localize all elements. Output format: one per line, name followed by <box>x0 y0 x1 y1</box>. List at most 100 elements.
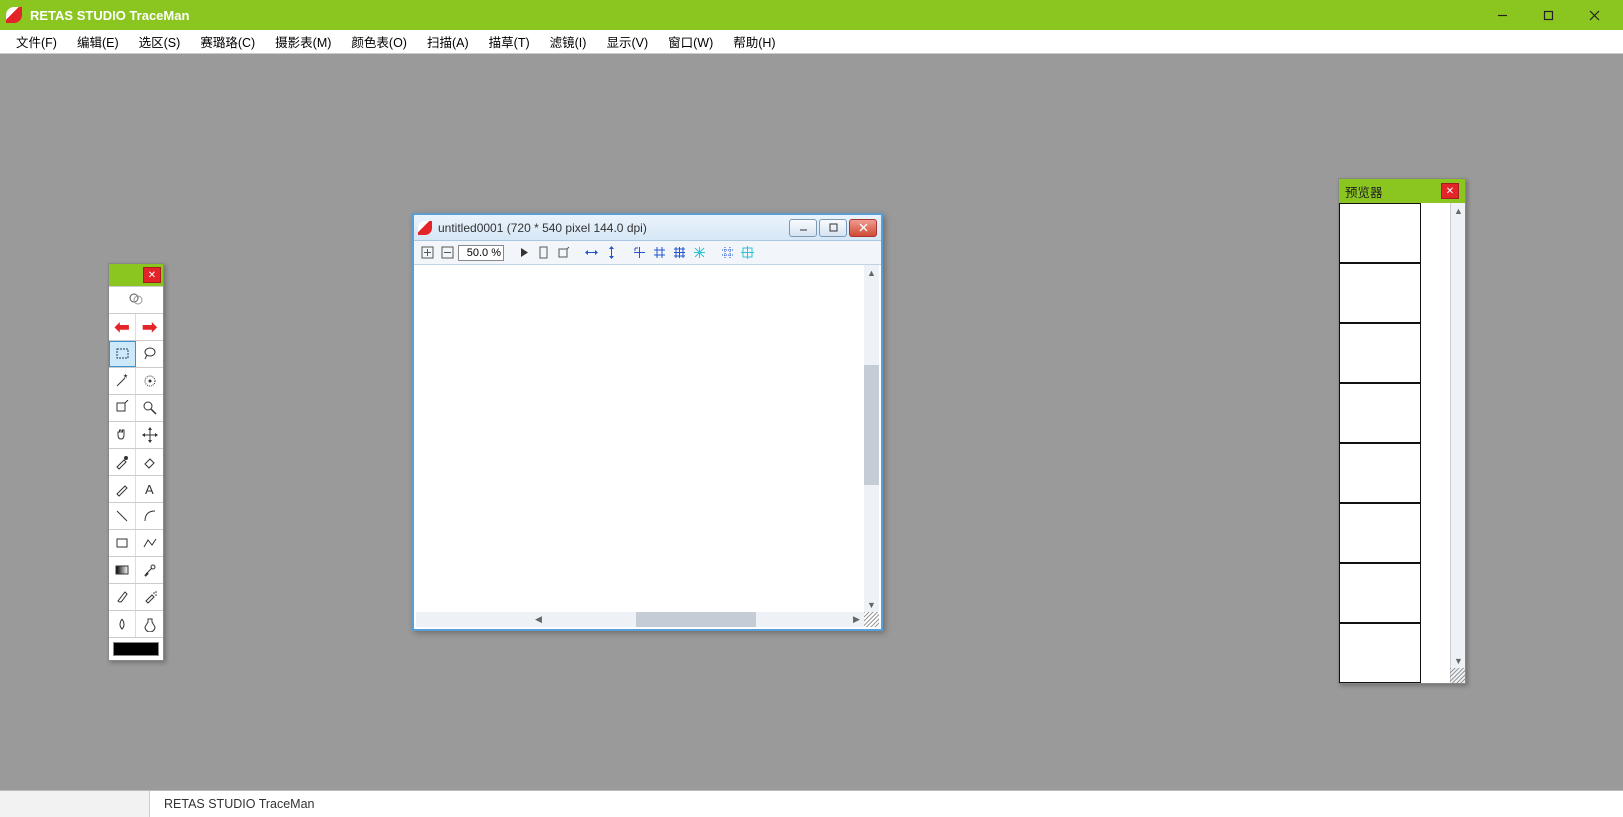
maximize-button[interactable] <box>1525 0 1571 30</box>
tool-gradient[interactable] <box>109 557 136 583</box>
tool-rectangle[interactable] <box>109 530 136 556</box>
menu-window[interactable]: 窗口(W) <box>658 29 723 54</box>
tool-airbrush[interactable] <box>136 584 163 610</box>
doc-close-button[interactable] <box>849 219 877 237</box>
fit-width-button[interactable] <box>582 244 600 262</box>
menu-help[interactable]: 帮助(H) <box>723 29 785 54</box>
fit-height-button[interactable] <box>602 244 620 262</box>
canvas[interactable] <box>416 265 864 612</box>
scroll-right-icon[interactable]: ▶ <box>849 612 864 627</box>
taskbar-spacer <box>0 791 150 817</box>
zoom-in-button[interactable] <box>418 244 436 262</box>
tool-text[interactable]: A <box>136 476 163 502</box>
arrow-right-icon: ➡ <box>142 317 157 338</box>
zoom-input[interactable] <box>458 245 504 261</box>
tool-magnet[interactable] <box>109 395 136 421</box>
tool-marquee[interactable] <box>109 341 136 367</box>
doc-maximize-button[interactable] <box>819 219 847 237</box>
scroll-up-icon[interactable]: ▲ <box>1451 203 1466 218</box>
tool-palette-header[interactable]: ✕ <box>109 264 163 286</box>
tool-eyedropper[interactable] <box>109 449 136 475</box>
menu-trace[interactable]: 描草(T) <box>479 29 540 54</box>
preview-thumbnail[interactable] <box>1339 323 1421 383</box>
nav-prev-button[interactable]: ⬅ <box>109 314 136 340</box>
menu-scan[interactable]: 扫描(A) <box>417 29 479 54</box>
preview-scrollbar[interactable]: ▲ ▼ <box>1450 203 1465 683</box>
tool-palette-close-button[interactable]: ✕ <box>143 267 161 283</box>
scroll-down-icon[interactable]: ▼ <box>864 597 879 612</box>
scroll-up-icon[interactable]: ▲ <box>864 265 879 280</box>
foreground-color-swatch[interactable] <box>113 642 159 656</box>
svg-text:A: A <box>145 482 154 497</box>
tool-color-select[interactable] <box>136 368 163 394</box>
rotate-button[interactable] <box>554 244 572 262</box>
grid4-button[interactable] <box>690 244 708 262</box>
preview-thumbnail[interactable] <box>1339 263 1421 323</box>
preview-thumbnail[interactable] <box>1339 203 1421 263</box>
tool-zoom[interactable] <box>136 395 163 421</box>
document-window: untitled0001 (720 * 540 pixel 144.0 dpi) <box>412 213 883 631</box>
preview-thumbnail[interactable] <box>1339 623 1421 683</box>
scroll-down-icon[interactable]: ▼ <box>1451 653 1466 668</box>
preview-thumbnail[interactable] <box>1339 563 1421 623</box>
grid6-button[interactable] <box>738 244 756 262</box>
menu-filter[interactable]: 滤镜(I) <box>540 29 597 54</box>
tool-onion-skin[interactable] <box>109 287 163 313</box>
preview-close-button[interactable]: ✕ <box>1441 183 1459 199</box>
menu-edit[interactable]: 编辑(E) <box>67 29 129 54</box>
scroll-left-icon[interactable]: ◀ <box>531 612 546 627</box>
menu-xsheet[interactable]: 摄影表(M) <box>265 29 341 54</box>
menu-view[interactable]: 显示(V) <box>596 29 658 54</box>
taskbar: RETAS STUDIO TraceMan <box>0 790 1623 817</box>
app-titlebar: RETAS STUDIO TraceMan <box>0 0 1623 30</box>
taskbar-item[interactable]: RETAS STUDIO TraceMan <box>150 797 329 811</box>
preview-thumbnail[interactable] <box>1339 503 1421 563</box>
vscroll-thumb[interactable] <box>864 365 879 485</box>
close-button[interactable] <box>1571 0 1617 30</box>
tool-brush[interactable] <box>109 584 136 610</box>
grid5-button[interactable] <box>718 244 736 262</box>
hscroll-thumb[interactable] <box>636 612 756 627</box>
menu-select[interactable]: 选区(S) <box>129 29 191 54</box>
minimize-button[interactable] <box>1479 0 1525 30</box>
zoom-out-button[interactable] <box>438 244 456 262</box>
document-toolbar <box>414 241 881 265</box>
tool-eraser[interactable] <box>136 449 163 475</box>
grid2-button[interactable] <box>650 244 668 262</box>
tool-line[interactable] <box>109 503 136 529</box>
grid3-button[interactable] <box>670 244 688 262</box>
tool-magic-wand[interactable] <box>109 368 136 394</box>
preview-header[interactable]: 预览器 ✕ <box>1339 179 1465 203</box>
resize-handle[interactable] <box>1450 668 1465 683</box>
preview-thumbnail[interactable] <box>1339 443 1421 503</box>
nav-next-button[interactable]: ➡ <box>136 314 163 340</box>
preview-thumbnail[interactable] <box>1339 383 1421 443</box>
tool-curve[interactable] <box>136 503 163 529</box>
tool-brush-adjust[interactable] <box>136 557 163 583</box>
tool-move[interactable] <box>136 422 163 448</box>
window-controls <box>1479 0 1617 30</box>
document-titlebar[interactable]: untitled0001 (720 * 540 pixel 144.0 dpi) <box>414 215 881 241</box>
resize-handle[interactable] <box>864 612 879 627</box>
tool-potion[interactable] <box>136 611 163 637</box>
workspace: ✕ ⬅ ➡ A <box>0 54 1623 790</box>
app-icon <box>6 7 22 23</box>
arrow-left-icon: ⬅ <box>114 317 129 338</box>
play-button[interactable] <box>514 244 532 262</box>
preview-panel: 预览器 ✕ ▲ ▼ <box>1338 178 1466 684</box>
tool-pencil[interactable] <box>109 476 136 502</box>
tool-polyline[interactable] <box>136 530 163 556</box>
tool-lasso[interactable] <box>136 341 163 367</box>
page-button[interactable] <box>534 244 552 262</box>
doc-minimize-button[interactable] <box>789 219 817 237</box>
tool-drop[interactable] <box>109 611 136 637</box>
tool-hand[interactable] <box>109 422 136 448</box>
horizontal-scrollbar[interactable]: ◀ ▶ <box>416 612 864 627</box>
menu-cel[interactable]: 赛璐珞(C) <box>190 29 265 54</box>
document-title: untitled0001 (720 * 540 pixel 144.0 dpi) <box>438 221 647 235</box>
vertical-scrollbar[interactable]: ▲ ▼ <box>864 265 879 612</box>
menu-color[interactable]: 颜色表(O) <box>341 29 417 54</box>
menu-bar: 文件(F) 编辑(E) 选区(S) 赛璐珞(C) 摄影表(M) 颜色表(O) 扫… <box>0 30 1623 54</box>
menu-file[interactable]: 文件(F) <box>6 29 67 54</box>
grid1-button[interactable] <box>630 244 648 262</box>
